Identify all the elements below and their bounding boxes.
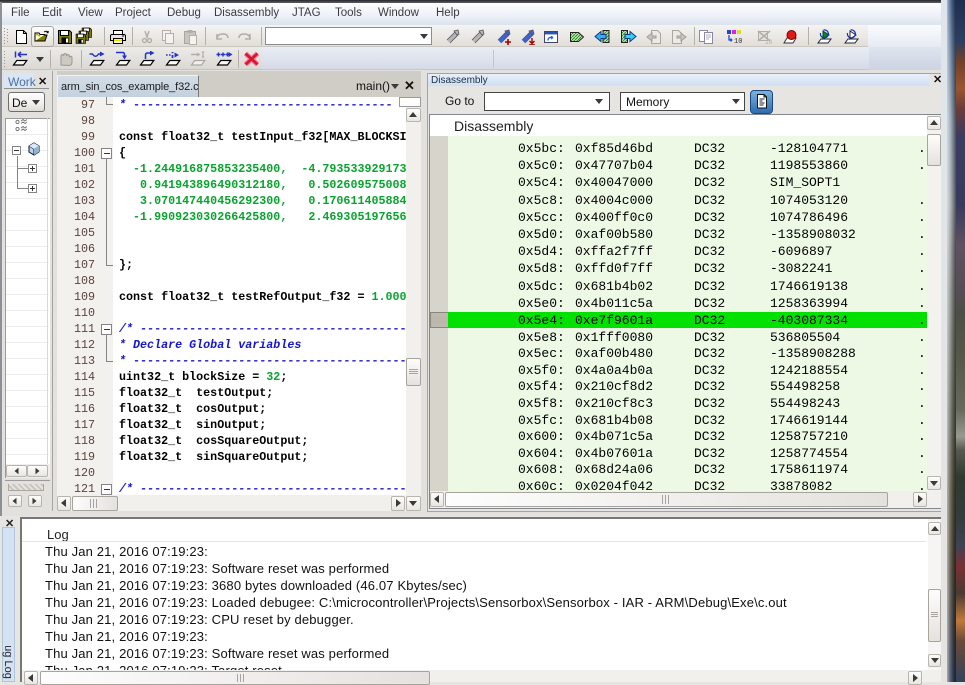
svg-text:10: 10: [734, 38, 742, 45]
svg-text:10: 10: [765, 39, 772, 45]
